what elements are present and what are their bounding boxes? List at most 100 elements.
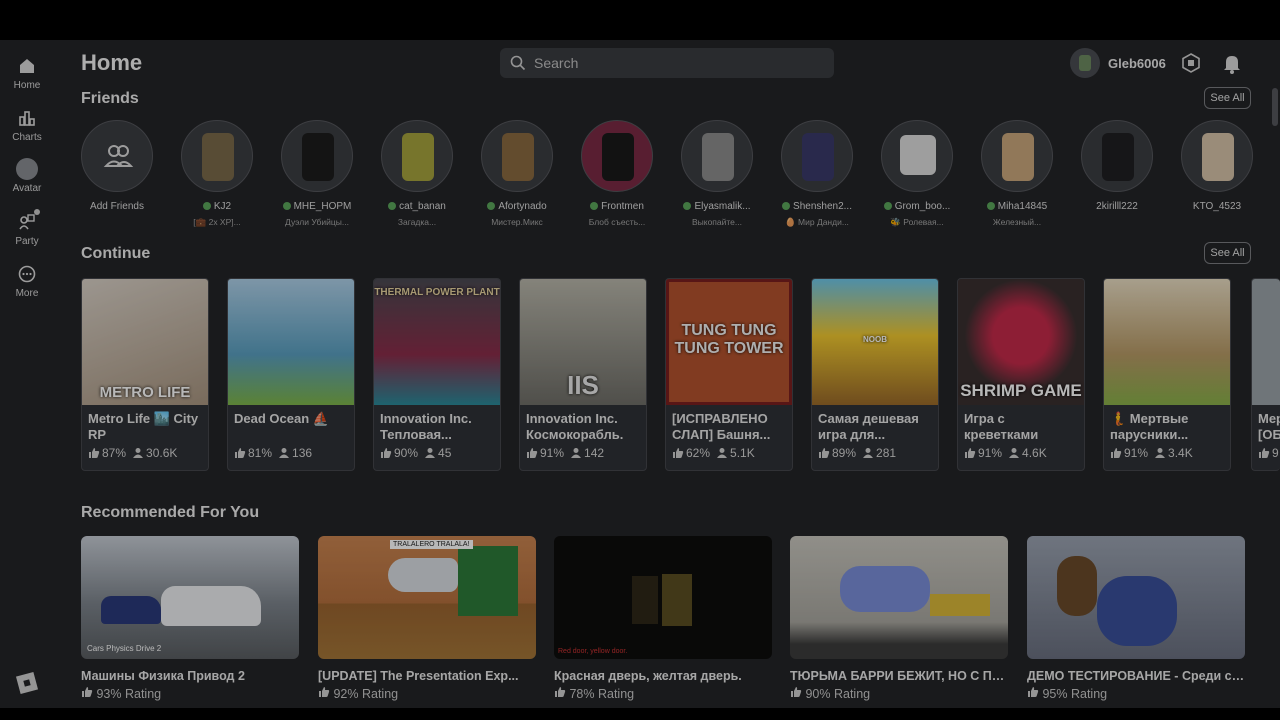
friend-game: [💼 2x XP]... bbox=[193, 217, 241, 227]
thumbs-up-icon bbox=[381, 448, 392, 458]
game-title: Dead Ocean ⛵ bbox=[234, 411, 329, 426]
thumbs-up-icon bbox=[791, 687, 802, 697]
sidebar-item-party[interactable]: Party bbox=[0, 209, 54, 247]
app-window: Home Charts Avatar Party More Home Searc… bbox=[0, 40, 1280, 708]
friend-name: Grom_boo... bbox=[894, 201, 951, 212]
notification-bell-icon[interactable] bbox=[1221, 52, 1243, 74]
sidebar-item-label: More bbox=[15, 288, 39, 299]
friend-item[interactable]: KTO_4523 bbox=[1167, 120, 1267, 217]
sidebar-item-home[interactable]: Home bbox=[0, 56, 54, 91]
avatar-icon bbox=[16, 158, 38, 180]
player-count: 136 bbox=[278, 446, 312, 460]
search-input[interactable]: Search bbox=[500, 48, 834, 78]
game-rating: 92% Rating bbox=[318, 686, 536, 701]
add-friends-icon bbox=[103, 145, 134, 167]
players-icon bbox=[571, 448, 582, 458]
game-thumbnail: METRO LIFE bbox=[82, 279, 208, 405]
game-title: ТЮРЬМА БАРРИ БЕЖИТ, НО С ПРЕ... bbox=[790, 669, 1008, 683]
game-title: ДЕМО ТЕСТИРОВАНИЕ - Среди сна bbox=[1027, 669, 1245, 683]
friend-item[interactable]: Miha14845 Железный... bbox=[967, 120, 1067, 227]
like-ratio: 81% bbox=[234, 446, 272, 460]
thumbs-up-icon bbox=[819, 448, 830, 458]
game-title: Красная дверь, желтая дверь. bbox=[554, 669, 742, 683]
add-friends-label: Add Friends bbox=[90, 201, 144, 212]
game-card[interactable]: Dead Ocean ⛵ 81% 136 bbox=[227, 278, 355, 471]
user-profile[interactable]: Gleb6006 bbox=[1070, 48, 1166, 78]
friend-name: Frontmen bbox=[601, 201, 644, 212]
thumbnail-text: THERMAL POWER PLANT bbox=[374, 287, 500, 298]
game-card[interactable]: Мер [ОБ 9 bbox=[1251, 278, 1280, 471]
online-status-icon bbox=[683, 202, 692, 210]
thumbs-up-icon bbox=[965, 448, 976, 458]
thumbs-up-icon bbox=[555, 687, 566, 697]
friend-item[interactable]: Afortynado Мистер.Микс bbox=[467, 120, 567, 227]
friend-avatar bbox=[502, 133, 534, 181]
search-icon bbox=[510, 55, 526, 71]
thumbnail-text: IIS bbox=[567, 370, 599, 400]
friend-item[interactable]: 2kirilll222 bbox=[1067, 120, 1167, 217]
friend-name: MHE_HOPM bbox=[293, 201, 352, 212]
friend-item[interactable]: MHE_HOPM Дуэли Убийцы... bbox=[267, 120, 367, 227]
thumbs-up-icon bbox=[1111, 448, 1122, 458]
game-card[interactable]: THERMAL POWER PLANT Innovation Inc. Тепл… bbox=[373, 278, 501, 471]
friend-item[interactable]: Shenshen2... 🥚 Мир Данди... bbox=[767, 120, 867, 228]
sidebar-item-avatar[interactable]: Avatar bbox=[0, 158, 54, 194]
game-title: Машины Физика Привод 2 bbox=[81, 669, 245, 683]
friend-item[interactable]: Elyasmalik... Выкопайте... bbox=[667, 120, 767, 227]
recommended-game-card[interactable]: TRALALERO TRALALA! [UPDATE] The Presenta… bbox=[318, 536, 536, 701]
thumbnail-text: TUNG TUNG TUNG TOWER bbox=[674, 322, 784, 357]
friend-avatar bbox=[900, 135, 936, 175]
continue-see-all-button[interactable]: See All bbox=[1204, 242, 1251, 264]
game-title: 🧜 Мертвые парусники... bbox=[1110, 411, 1189, 442]
game-rating: 78% Rating bbox=[554, 686, 772, 701]
top-black-bar bbox=[0, 0, 1280, 40]
continue-section-title: Continue bbox=[81, 245, 151, 262]
online-status-icon bbox=[202, 202, 211, 210]
friend-game: Загадка... bbox=[397, 217, 437, 227]
sidebar-item-more[interactable]: More bbox=[0, 264, 54, 299]
recommended-game-card[interactable]: ДЕМО ТЕСТИРОВАНИЕ - Среди сна 95% Rating bbox=[1027, 536, 1245, 701]
game-card[interactable]: SHRIMP GAME Игра с креветками 91% 4.6K bbox=[957, 278, 1085, 471]
roblox-logo-icon[interactable] bbox=[15, 671, 39, 695]
friends-section-title: Friends bbox=[81, 90, 139, 107]
add-friends-button[interactable]: Add Friends bbox=[67, 120, 167, 212]
friend-item[interactable]: Grom_boo... 🐝 Ролевая... bbox=[867, 120, 967, 228]
friend-item[interactable]: KJ2 [💼 2x XP]... bbox=[167, 120, 267, 228]
game-card[interactable]: METRO LIFE Metro Life 🏙️ City RP 87% 30.6… bbox=[81, 278, 209, 471]
game-thumbnail: IIS bbox=[520, 279, 646, 405]
game-card[interactable]: NOOB Самая дешевая игра для... 89% 281 bbox=[811, 278, 939, 471]
game-title: Innovation Inc. Тепловая... bbox=[380, 411, 472, 442]
recommended-game-card[interactable]: ТЮРЬМА БАРРИ БЕЖИТ, НО С ПРЕ... 90% Rati… bbox=[790, 536, 1008, 701]
online-status-icon bbox=[282, 202, 291, 210]
game-thumbnail bbox=[1104, 279, 1230, 405]
player-count: 142 bbox=[570, 446, 604, 460]
game-title: Самая дешевая игра для... bbox=[818, 411, 919, 442]
recommended-game-card[interactable]: Red door, yellow door. Красная дверь, же… bbox=[554, 536, 772, 701]
thumbnail-text: METRO LIFE bbox=[99, 384, 191, 401]
game-card[interactable]: IIS Innovation Inc. Космокорабль. 91% 142 bbox=[519, 278, 647, 471]
friends-see-all-button[interactable]: See All bbox=[1204, 87, 1251, 109]
friend-item[interactable]: Frontmen Блоб съесть... bbox=[567, 120, 667, 227]
recommended-game-card[interactable]: Cars Physics Drive 2 Машины Физика Приво… bbox=[81, 536, 299, 701]
players-icon bbox=[1155, 448, 1166, 458]
game-thumbnail bbox=[790, 536, 1008, 659]
scrollbar[interactable] bbox=[1272, 88, 1278, 126]
friend-name: KTO_4523 bbox=[1192, 201, 1242, 212]
recommended-section-title: Recommended For You bbox=[81, 504, 260, 521]
character-shape bbox=[840, 566, 930, 612]
like-ratio: 9 bbox=[1258, 446, 1279, 460]
game-card[interactable]: 🧜 Мертвые парусники... 91% 3.4K bbox=[1103, 278, 1231, 471]
username: Gleb6006 bbox=[1108, 55, 1166, 71]
robux-icon[interactable] bbox=[1181, 53, 1201, 73]
friend-name: Miha14845 bbox=[997, 201, 1048, 212]
friend-avatar bbox=[402, 133, 434, 181]
friend-item[interactable]: cat_banan Загадка... bbox=[367, 120, 467, 227]
friend-game: 🥚 Мир Данди... bbox=[785, 217, 849, 227]
home-icon bbox=[20, 59, 34, 73]
sidebar-item-charts[interactable]: Charts bbox=[0, 108, 54, 143]
friend-name: Elyasmalik... bbox=[694, 201, 751, 212]
thumbs-up-icon bbox=[319, 687, 330, 697]
friend-avatar bbox=[202, 133, 234, 181]
game-card[interactable]: TUNG TUNG TUNG TOWER [ИСПРАВЛЕНО СЛАП] Б… bbox=[665, 278, 793, 471]
players-icon bbox=[279, 448, 290, 458]
